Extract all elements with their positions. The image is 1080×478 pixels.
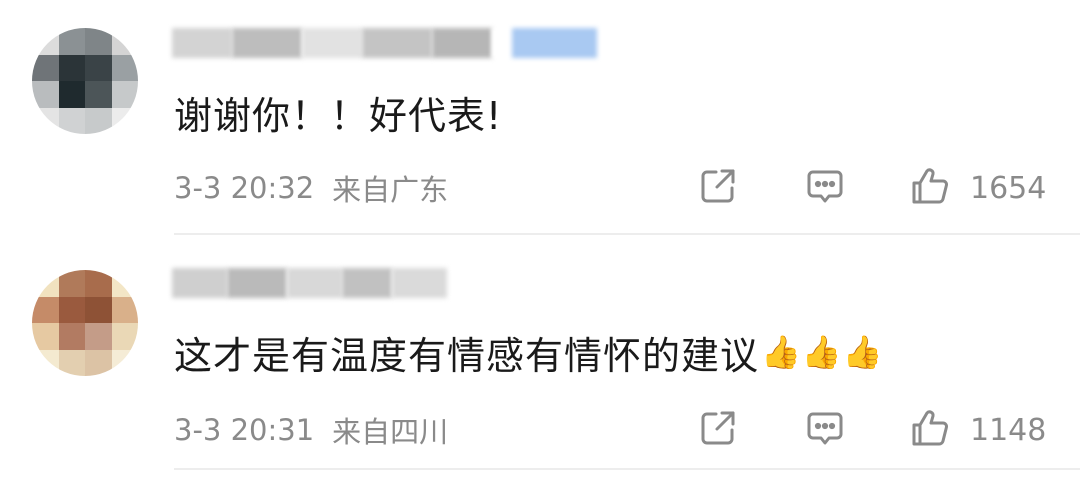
comment-date: 3-3 20:31: [174, 413, 315, 447]
comment-location: 来自广东: [332, 173, 449, 207]
avatar[interactable]: [32, 28, 138, 134]
username-redacted[interactable]: [172, 266, 447, 300]
avatar[interactable]: [32, 270, 138, 376]
thumbs-up-emoji: 👍👍👍: [761, 333, 884, 371]
divider: [174, 233, 1080, 235]
comment-text: 这才是有温度有情感有情怀的建议 👍👍👍: [174, 326, 884, 378]
comment-icon: [805, 166, 845, 210]
comment-meta: 3-3 20:32 来自广东: [174, 168, 448, 208]
thumbs-up-icon: [910, 408, 950, 452]
comment-icon: [805, 408, 845, 452]
username-redacted[interactable]: [172, 26, 597, 60]
thumbs-up-icon: [910, 166, 950, 210]
comment-item: 谢谢你！！好代表! 3-3 20:32 来自广东 1654: [0, 0, 1080, 236]
like-button[interactable]: 1654: [910, 166, 1046, 210]
like-count: 1654: [970, 170, 1047, 206]
reply-button[interactable]: [805, 166, 845, 210]
reply-button[interactable]: [805, 408, 845, 452]
comment-item: 这才是有温度有情感有情怀的建议 👍👍👍 3-3 20:31 来自四川 1148: [0, 236, 1080, 478]
comment-text: 谢谢你！！好代表!: [174, 86, 502, 138]
like-button[interactable]: 1148: [910, 408, 1046, 452]
comment-location: 来自四川: [332, 415, 449, 449]
comment-meta: 3-3 20:31 来自四川: [174, 410, 448, 450]
share-icon: [698, 166, 738, 210]
comment-text-body: 谢谢你！！好代表!: [174, 93, 503, 138]
comment-text-body: 这才是有温度有情感有情怀的建议: [174, 333, 760, 378]
share-button[interactable]: [698, 166, 738, 210]
share-icon: [698, 408, 738, 452]
comment-date: 3-3 20:32: [174, 171, 315, 205]
share-button[interactable]: [698, 408, 738, 452]
divider: [174, 468, 1080, 470]
like-count: 1148: [970, 412, 1047, 448]
